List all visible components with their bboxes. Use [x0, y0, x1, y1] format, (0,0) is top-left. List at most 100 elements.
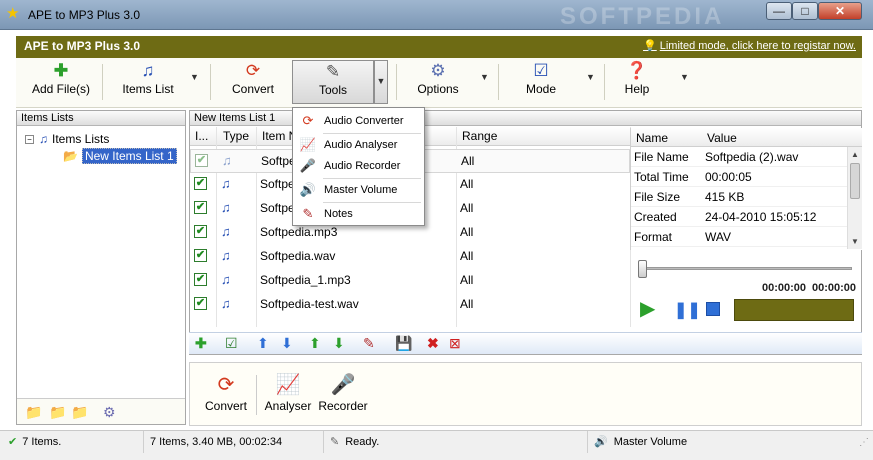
- audio-file-icon: ♫: [222, 153, 232, 168]
- seek-track[interactable]: [640, 267, 852, 270]
- quick-analyser-button[interactable]: 📈 Analyser: [264, 371, 312, 413]
- file-list-header: New Items List 1: [190, 111, 861, 126]
- table-row[interactable]: ✔ ♫ Softpedia.wav All: [190, 245, 630, 269]
- menu-item-audio-analyser[interactable]: 📈 Audio Analyser: [293, 134, 424, 156]
- tree-root[interactable]: − ♫ Items Lists: [25, 132, 109, 146]
- star-icon: ★: [6, 5, 20, 22]
- menu-item-notes[interactable]: ✎ Notes: [293, 203, 424, 225]
- edit-icon[interactable]: ✎: [363, 335, 375, 352]
- convert-button[interactable]: ⟳ Convert: [220, 60, 286, 104]
- mode-dropdown[interactable]: ▼: [586, 72, 595, 82]
- status-volume-cell[interactable]: 🔊 Master Volume: [594, 431, 860, 453]
- move-top-icon[interactable]: ⬆: [309, 335, 321, 352]
- items-list-button[interactable]: ♫ Items List: [112, 60, 184, 104]
- column-header-check[interactable]: I...: [195, 129, 208, 143]
- properties-col-name: Name: [636, 131, 669, 145]
- help-dropdown[interactable]: ▼: [680, 72, 689, 82]
- quick-tools-panel: ⟳ Convert 📈 Analyser 🎤 Recorder: [189, 362, 862, 426]
- speaker-icon: 🔊: [594, 436, 608, 448]
- row-checkbox[interactable]: ✔: [194, 177, 207, 190]
- column-header-type[interactable]: Type: [223, 129, 249, 143]
- options-dropdown[interactable]: ▼: [480, 72, 489, 82]
- properties-scrollbar[interactable]: ▲ ▼: [847, 147, 862, 249]
- move-up-icon[interactable]: ⬆: [257, 335, 269, 352]
- move-bottom-icon[interactable]: ⬇: [333, 335, 345, 352]
- toolbar-separator: [210, 64, 211, 100]
- row-range: All: [461, 154, 475, 168]
- new-list-icon[interactable]: 📁: [25, 404, 42, 421]
- property-key: File Size: [634, 190, 681, 204]
- stop-icon[interactable]: [706, 302, 720, 316]
- delete-list-icon[interactable]: 📁: [71, 404, 88, 421]
- audio-player: 00:00:00 00:00:00 ▶ ❚❚: [630, 252, 862, 327]
- check-all-icon[interactable]: ☑: [225, 335, 238, 352]
- add-item-icon[interactable]: ✚: [195, 335, 207, 352]
- row-file-name: Softpedia_1.mp3: [260, 273, 351, 287]
- collapse-icon[interactable]: −: [25, 135, 34, 145]
- status-state: Ready.: [345, 436, 380, 448]
- quick-recorder-button[interactable]: 🎤 Recorder: [318, 371, 368, 413]
- help-icon: ❓: [626, 61, 648, 80]
- register-link[interactable]: 💡 Limited mode, click here to registar no…: [643, 39, 856, 52]
- audio-file-icon: ♫: [221, 248, 231, 263]
- seek-slider[interactable]: [638, 260, 647, 278]
- tools-button[interactable]: ✎ Tools: [292, 60, 374, 104]
- row-file-name: Softpe: [260, 177, 295, 191]
- notes-icon: ✎: [330, 436, 340, 448]
- property-row: File Size 415 KB: [631, 187, 862, 207]
- row-file-name: Softpedia.mp3: [260, 225, 338, 239]
- remove-all-icon[interactable]: ⊠: [449, 335, 461, 352]
- row-checkbox[interactable]: ✔: [194, 201, 207, 214]
- status-summary: 7 Items, 3.40 MB, 00:02:34: [150, 436, 283, 448]
- scroll-thumb[interactable]: [850, 163, 860, 199]
- position-time: 00:00:00: [762, 282, 807, 294]
- list-settings-icon[interactable]: ⚙: [103, 404, 116, 421]
- minimize-button[interactable]: —: [766, 2, 792, 20]
- items-list-dropdown[interactable]: ▼: [190, 72, 199, 82]
- row-checkbox[interactable]: ✔: [194, 273, 207, 286]
- row-range: All: [460, 273, 474, 287]
- play-icon[interactable]: ▶: [640, 296, 655, 321]
- options-label: Options: [417, 82, 459, 96]
- panel-separator: [256, 375, 257, 415]
- status-items-cell: ✔ 7 Items.: [8, 431, 144, 453]
- row-file-name: Softpe: [261, 154, 296, 168]
- row-checkbox[interactable]: ✔: [194, 297, 207, 310]
- column-header-range[interactable]: Range: [462, 129, 497, 143]
- move-down-icon[interactable]: ⬇: [281, 335, 293, 352]
- options-button[interactable]: ⚙ Options: [406, 60, 470, 104]
- maximize-button[interactable]: □: [792, 2, 818, 20]
- toolbar-separator: [102, 64, 103, 100]
- analyser-icon: 📈: [299, 137, 317, 152]
- add-files-button[interactable]: ✚ Add File(s): [28, 60, 94, 104]
- row-range: All: [460, 249, 474, 263]
- property-key: File Name: [634, 150, 689, 164]
- pause-icon[interactable]: ❚❚: [674, 300, 701, 320]
- help-button[interactable]: ❓ Help: [616, 60, 658, 104]
- menu-item-master-volume[interactable]: 🔊 Master Volume: [293, 179, 424, 201]
- menu-item-audio-converter[interactable]: ⟳ Audio Converter: [293, 110, 424, 132]
- remove-icon[interactable]: ✖: [427, 335, 439, 352]
- row-range: All: [460, 297, 474, 311]
- row-checkbox[interactable]: ✔: [194, 249, 207, 262]
- rename-list-icon[interactable]: 📁: [49, 404, 66, 421]
- table-row[interactable]: ✔ ♫ Softpedia-test.wav All: [190, 293, 630, 317]
- scroll-up-icon[interactable]: ▲: [851, 150, 859, 159]
- microphone-icon: 🎤: [330, 374, 356, 396]
- tools-dropdown[interactable]: ▼: [374, 60, 388, 104]
- tree-item-new-items-list[interactable]: 📂 New Items List 1: [63, 148, 177, 164]
- quick-convert-button[interactable]: ⟳ Convert: [204, 371, 248, 413]
- tree-root-label: Items Lists: [52, 132, 110, 146]
- row-checkbox[interactable]: ✔: [195, 154, 208, 167]
- status-state-cell: ✎ Ready.: [330, 431, 588, 453]
- save-icon[interactable]: 💾: [395, 335, 412, 352]
- close-button[interactable]: ✕: [818, 2, 862, 20]
- menu-item-label: Notes: [324, 208, 353, 220]
- items-lists-header: Items Lists: [17, 111, 185, 126]
- menu-item-audio-recorder[interactable]: 🎤 Audio Recorder: [293, 155, 424, 177]
- scroll-down-icon[interactable]: ▼: [851, 237, 859, 246]
- resize-grip-icon[interactable]: ⋰: [859, 437, 869, 448]
- mode-button[interactable]: ☑ Mode: [510, 60, 572, 104]
- table-row[interactable]: ✔ ♫ Softpedia_1.mp3 All: [190, 269, 630, 293]
- row-checkbox[interactable]: ✔: [194, 225, 207, 238]
